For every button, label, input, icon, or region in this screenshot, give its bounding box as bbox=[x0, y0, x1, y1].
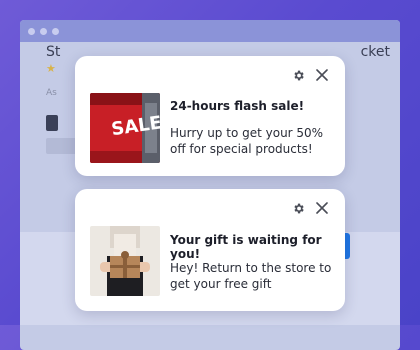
notification-body: Hey! Return to the store to get your fre… bbox=[170, 261, 332, 291]
notification-card-flash-sale: SALE 24-hours flash sale! Hurry up to ge… bbox=[75, 56, 345, 176]
notification-title: 24-hours flash sale! bbox=[170, 99, 305, 113]
sale-image: SALE bbox=[90, 93, 160, 163]
window-dot bbox=[40, 27, 47, 35]
notification-body: Hurry up to get your 50% off for special… bbox=[170, 126, 324, 156]
product-meta: As bbox=[46, 88, 57, 98]
notification-card-gift: Your gift is waiting for you! Hey! Retur… bbox=[75, 189, 345, 311]
notification-title: Your gift is waiting for you! bbox=[170, 233, 322, 261]
close-icon[interactable] bbox=[315, 68, 329, 82]
browser-title-bar bbox=[20, 20, 400, 42]
gift-image bbox=[90, 226, 160, 296]
product-title-tail: cket bbox=[360, 44, 390, 60]
rating-star-icon: ★ bbox=[46, 62, 56, 75]
gear-icon[interactable] bbox=[291, 68, 305, 82]
window-dot bbox=[28, 27, 35, 35]
close-icon[interactable] bbox=[315, 201, 329, 215]
product-title: St bbox=[46, 44, 61, 60]
variant-chip[interactable] bbox=[46, 115, 58, 131]
window-dot bbox=[52, 27, 59, 35]
gear-icon[interactable] bbox=[291, 201, 305, 215]
